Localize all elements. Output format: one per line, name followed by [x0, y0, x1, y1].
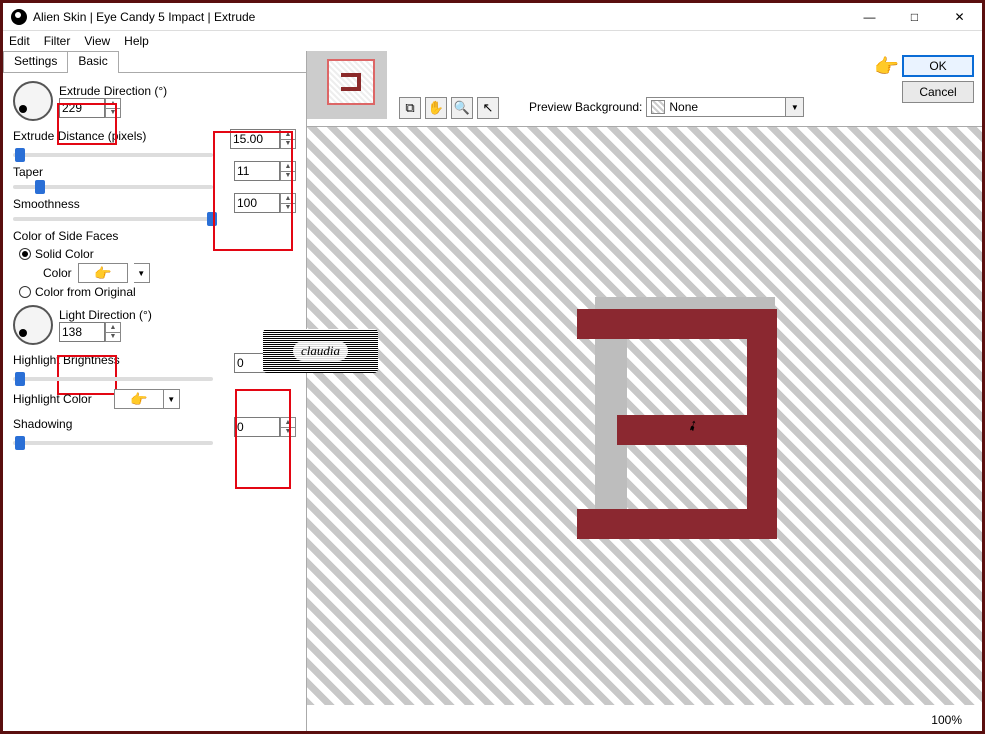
shadowing-input[interactable]: 0: [234, 417, 280, 437]
cancel-button[interactable]: Cancel: [902, 81, 974, 103]
extrude-distance-spinner[interactable]: ▲▼: [280, 129, 296, 149]
color-from-original-label: Color from Original: [35, 285, 136, 299]
light-direction-label: Light Direction (°): [59, 308, 152, 322]
watermark: claudia: [263, 329, 378, 373]
preview-background-dropdown[interactable]: ▼: [786, 97, 804, 117]
titlebar: Alien Skin | Eye Candy 5 Impact | Extrud…: [3, 3, 982, 31]
tool-pointer-icon[interactable]: ↖: [477, 97, 499, 119]
pointer-hand-icon: 👉: [874, 54, 899, 79]
transparent-swatch-icon: [651, 100, 665, 114]
color-side-faces-label: Color of Side Faces: [13, 229, 296, 243]
settings-panel: Settings Basic Extrude Direction (°) 229…: [3, 51, 307, 731]
menubar: Edit Filter View Help: [3, 31, 982, 51]
taper-input[interactable]: 11: [234, 161, 280, 181]
maximize-button[interactable]: □: [892, 3, 937, 31]
zoom-level: 100%: [931, 713, 962, 727]
taper-slider[interactable]: [13, 185, 213, 189]
highlight-color-dropdown[interactable]: ▼: [164, 389, 180, 409]
shadowing-spinner[interactable]: ▲▼: [280, 417, 296, 437]
window-title: Alien Skin | Eye Candy 5 Impact | Extrud…: [33, 10, 847, 24]
smoothness-slider[interactable]: [13, 217, 213, 221]
shadowing-slider[interactable]: [13, 441, 213, 445]
light-direction-input[interactable]: 138: [59, 322, 105, 342]
light-direction-dial[interactable]: [13, 305, 53, 345]
solid-color-radio[interactable]: [19, 248, 31, 260]
minimize-button[interactable]: —: [847, 3, 892, 31]
app-icon: [11, 9, 27, 25]
tab-basic[interactable]: Basic: [67, 51, 118, 72]
tool-hand-icon[interactable]: ✋: [425, 97, 447, 119]
tool-zoom-icon[interactable]: 🔍: [451, 97, 473, 119]
highlight-color-button[interactable]: 👉: [114, 389, 164, 409]
menu-edit[interactable]: Edit: [9, 34, 30, 48]
taper-spinner[interactable]: ▲▼: [280, 161, 296, 181]
menu-help[interactable]: Help: [124, 34, 149, 48]
color-label: Color: [43, 266, 72, 280]
preview-background-combo[interactable]: None: [646, 97, 786, 117]
smoothness-spinner[interactable]: ▲▼: [280, 193, 296, 213]
ok-button[interactable]: 👉 OK: [902, 55, 974, 77]
tab-settings[interactable]: Settings: [3, 51, 68, 72]
light-direction-spinner[interactable]: ▲▼: [105, 322, 121, 342]
highlight-brightness-slider[interactable]: [13, 377, 213, 381]
preview-toolbar: ⧉ ✋ 🔍 ↖ Preview Background: None ▼: [307, 51, 982, 126]
color-from-original-radio[interactable]: [19, 286, 31, 298]
extrude-distance-slider[interactable]: [13, 153, 213, 157]
extrude-direction-input[interactable]: 229: [59, 98, 105, 118]
extrude-direction-spinner[interactable]: ▲▼: [105, 98, 121, 118]
preview-background-label: Preview Background:: [529, 100, 642, 114]
tool-fit-icon[interactable]: ⧉: [399, 97, 421, 119]
highlight-color-label: Highlight Color: [13, 392, 92, 406]
menu-view[interactable]: View: [84, 34, 110, 48]
smoothness-input[interactable]: 100: [234, 193, 280, 213]
solid-color-label: Solid Color: [35, 247, 94, 261]
side-color-button[interactable]: 👉: [78, 263, 128, 283]
side-color-dropdown[interactable]: ▼: [134, 263, 150, 283]
extrude-distance-input[interactable]: 15.00: [230, 129, 280, 149]
preview-canvas[interactable]: ➹: [307, 126, 982, 705]
menu-filter[interactable]: Filter: [44, 34, 71, 48]
extrude-direction-label: Extrude Direction (°): [59, 84, 167, 98]
close-button[interactable]: ✕: [937, 3, 982, 31]
navigator-thumbnail[interactable]: [307, 51, 387, 119]
extrude-direction-dial[interactable]: [13, 81, 53, 121]
